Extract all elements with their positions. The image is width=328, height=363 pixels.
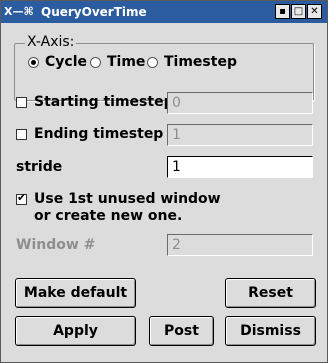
radio-time-indicator[interactable]	[90, 56, 101, 68]
use-window-label-line2: or create new one.	[34, 208, 183, 224]
minimize-button[interactable]: ▪	[275, 4, 290, 19]
stride-field[interactable]: 1	[167, 156, 313, 178]
starting-timestep-label: Starting timestep	[34, 94, 174, 110]
x-axis-title: X-Axis:	[25, 34, 77, 50]
dialog-content: X-Axis: Cycle Time Timestep Starting tim…	[1, 23, 327, 362]
stride-label: stride	[16, 159, 63, 175]
ending-timestep-checkbox[interactable]	[16, 129, 27, 140]
radio-time[interactable]: Time	[90, 54, 145, 70]
title-bar[interactable]: X—⌘ QueryOverTime ▪ □ ✕	[1, 1, 327, 23]
use-window-checkbox[interactable]: ✔	[16, 191, 27, 205]
window-title: QueryOverTime	[41, 5, 147, 19]
dismiss-button[interactable]: Dismiss	[225, 316, 316, 346]
make-default-button[interactable]: Make default	[15, 278, 136, 308]
window-number-field[interactable]: 2	[167, 234, 313, 256]
reset-button[interactable]: Reset	[225, 278, 316, 308]
radio-timestep[interactable]: Timestep	[147, 54, 237, 70]
use-window-label-line1: Use 1st unused window	[34, 191, 221, 207]
radio-time-label: Time	[107, 54, 146, 70]
radio-timestep-indicator[interactable]	[147, 56, 158, 68]
starting-timestep-checkbox[interactable]	[16, 97, 27, 108]
check-icon: ✔	[17, 191, 27, 204]
radio-cycle[interactable]: Cycle	[28, 54, 87, 70]
radio-timestep-label: Timestep	[164, 54, 237, 70]
radio-cycle-indicator[interactable]	[28, 56, 39, 68]
radio-cycle-label: Cycle	[45, 54, 87, 70]
ending-timestep-field[interactable]: 1	[167, 124, 313, 146]
window-menu-icon[interactable]: X—⌘	[4, 4, 38, 19]
starting-timestep-field[interactable]: 0	[167, 92, 313, 114]
ending-timestep-label: Ending timestep	[34, 126, 164, 142]
query-over-time-window: X—⌘ QueryOverTime ▪ □ ✕ X-Axis: Cycle Ti…	[0, 0, 328, 363]
apply-button[interactable]: Apply	[15, 316, 136, 346]
maximize-button[interactable]: □	[291, 4, 306, 19]
post-button[interactable]: Post	[149, 316, 214, 346]
close-button[interactable]: ✕	[307, 4, 322, 19]
window-number-label: Window #	[16, 237, 96, 253]
